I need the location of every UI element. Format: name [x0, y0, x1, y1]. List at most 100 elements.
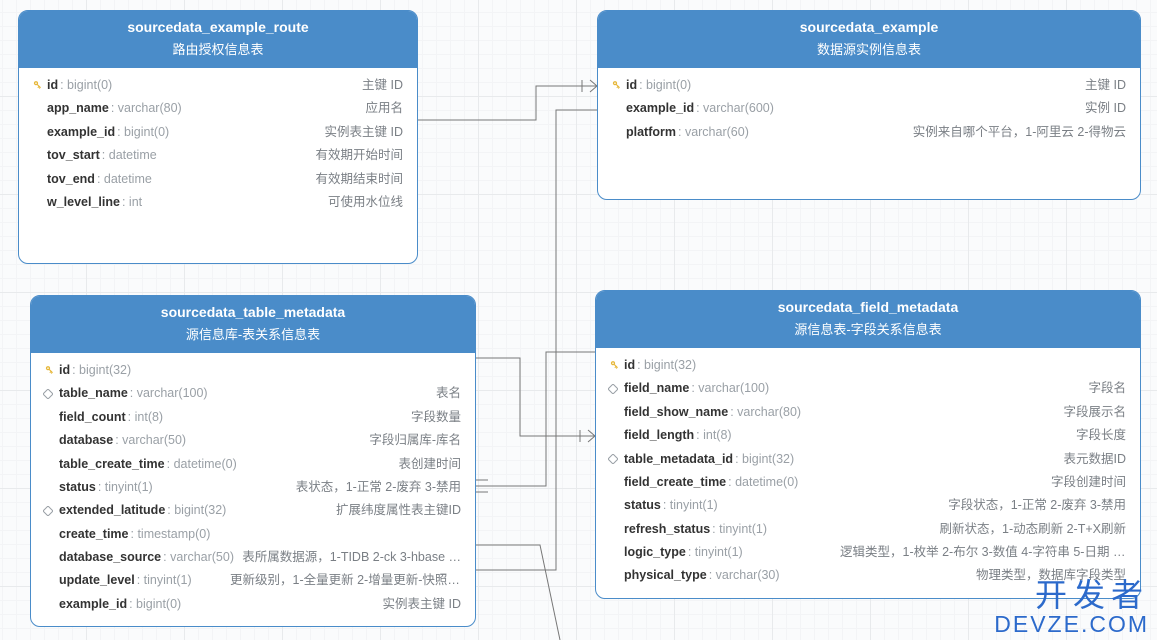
field-name: field_length	[624, 426, 694, 445]
field-row[interactable]: id: bigint(32)	[596, 354, 1140, 377]
field-row[interactable]: update_level: tinyint(1) 更新级别，1-全量更新 2-增量…	[31, 569, 475, 592]
field-desc: 实例表主键 ID	[383, 595, 461, 614]
field-desc: 字段长度	[1076, 426, 1126, 445]
field-name: platform	[626, 123, 676, 142]
entity-route[interactable]: sourcedata_example_route 路由授权信息表 id: bigin…	[18, 10, 418, 264]
entity-subtitle: 路由授权信息表	[27, 39, 409, 58]
field-row[interactable]: table_create_time: datetime(0)表创建时间	[31, 453, 475, 476]
entity-rows: id: bigint(32)field_name: varchar(100)字段…	[596, 348, 1140, 598]
field-desc: 刷新状态，1-动态刷新 2-T+X刷新	[940, 520, 1126, 539]
field-type: : tinyint(1)	[663, 496, 718, 515]
field-row[interactable]: app_name: varchar(80)应用名	[19, 97, 417, 120]
field-type: : bigint(32)	[735, 450, 794, 469]
field-row[interactable]: database_source: varchar(50)表所属数据源，1-TID…	[31, 546, 475, 569]
field-row[interactable]: physical_type: varchar(30)物理类型，数据库字段类型	[596, 564, 1140, 587]
field-type: : datetime	[97, 170, 152, 189]
field-desc: 表创建时间	[398, 455, 461, 474]
entity-rows: id: bigint(32) table_name: varchar(100) 表名…	[31, 353, 475, 626]
entity-field_meta[interactable]: sourcedata_field_metadata源信息表-字段关系信息表 id:…	[595, 290, 1141, 599]
field-desc: 实例 ID	[1085, 99, 1126, 118]
field-type: : bigint(32)	[72, 361, 131, 380]
field-row[interactable]: create_time: timestamp(0)	[31, 523, 475, 546]
field-type: : bigint(0)	[129, 595, 181, 614]
field-type: : datetime(0)	[728, 473, 798, 492]
field-name: table_metadata_id	[624, 450, 733, 469]
field-type: : int(8)	[696, 426, 731, 445]
field-name: w_level_line	[47, 193, 120, 212]
field-type: : varchar(50)	[115, 431, 186, 450]
field-desc: 表名	[436, 384, 461, 403]
field-row[interactable]: tov_start: datetime 有效期开始时间	[19, 144, 417, 167]
field-type: : varchar(80)	[111, 99, 182, 118]
field-type: : varchar(50)	[163, 548, 234, 567]
field-row[interactable]: id: bigint(32)	[31, 359, 475, 382]
field-row[interactable]: field_create_time: datetime(0)字段创建时间	[596, 471, 1140, 494]
field-row[interactable]: extended_latitude: bigint(32)扩展纬度属性表主键ID	[31, 499, 475, 522]
field-type: : int	[122, 193, 142, 212]
field-name: logic_type	[624, 543, 686, 562]
field-name: status	[59, 478, 96, 497]
field-desc: 有效期开始时间	[315, 146, 403, 165]
entity-title: sourcedata_field_metadata	[604, 299, 1132, 315]
entity-rows: id: bigint(0)主键 IDapp_name: varchar(80)应…	[19, 68, 417, 224]
field-type: : datetime	[102, 146, 157, 165]
field-row[interactable]: field_name: varchar(100)字段名	[596, 377, 1140, 400]
field-row[interactable]: example_id: bigint(0) 实例表主键 ID	[31, 593, 475, 616]
field-name: table_name	[59, 384, 128, 403]
field-row[interactable]: database: varchar(50)字段归属库-库名	[31, 429, 475, 452]
field-name: status	[624, 496, 661, 515]
field-type: : varchar(60)	[678, 123, 749, 142]
field-type: : datetime(0)	[167, 455, 237, 474]
field-name: field_name	[624, 379, 689, 398]
entity-title: sourcedata_example_route	[27, 19, 409, 35]
entity-header: sourcedata_field_metadata源信息表-字段关系信息表	[596, 291, 1140, 348]
field-type: : bigint(32)	[637, 356, 696, 375]
field-desc: 有效期结束时间	[315, 170, 403, 189]
field-name: id	[47, 76, 58, 95]
field-desc: 字段数量	[411, 408, 461, 427]
field-name: example_id	[59, 595, 127, 614]
field-row[interactable]: field_show_name: varchar(80)字段展示名	[596, 401, 1140, 424]
key-icon	[606, 360, 620, 372]
field-name: field_create_time	[624, 473, 726, 492]
field-type: : varchar(100)	[130, 384, 208, 403]
field-row[interactable]: status: tinyint(1)字段状态，1-正常 2-废弃 3-禁用	[596, 494, 1140, 517]
field-type: : timestamp(0)	[131, 525, 211, 544]
field-name: tov_start	[47, 146, 100, 165]
field-row[interactable]: field_length: int(8) 字段长度	[596, 424, 1140, 447]
entity-header: sourcedata_table_metadata源信息库-表关系信息表	[31, 296, 475, 353]
field-type: : tinyint(1)	[137, 571, 192, 590]
field-name: update_level	[59, 571, 135, 590]
field-row[interactable]: table_metadata_id: bigint(32)表元数据ID	[596, 448, 1140, 471]
field-row[interactable]: example_id: varchar(600)实例 ID	[598, 97, 1140, 120]
entity-title: sourcedata_example	[606, 19, 1132, 35]
field-row[interactable]: platform: varchar(60)实例来自哪个平台，1-阿里云 2-得物…	[598, 121, 1140, 144]
field-row[interactable]: field_count: int(8)字段数量	[31, 406, 475, 429]
entity-header: sourcedata_example数据源实例信息表	[598, 11, 1140, 68]
field-type: : tinyint(1)	[712, 520, 767, 539]
entity-example[interactable]: sourcedata_example数据源实例信息表 id: bigint(0)主…	[597, 10, 1141, 200]
field-type: : varchar(30)	[709, 566, 780, 585]
field-name: id	[626, 76, 637, 95]
field-name: app_name	[47, 99, 109, 118]
entity-table_meta[interactable]: sourcedata_table_metadata源信息库-表关系信息表id: …	[30, 295, 476, 627]
field-row[interactable]: status: tinyint(1)表状态，1-正常 2-废弃 3-禁用	[31, 476, 475, 499]
field-desc: 更新级别，1-全量更新 2-增量更新-快照形式 3…	[230, 571, 461, 590]
field-desc: 主键 ID	[1085, 76, 1126, 95]
field-desc: 字段归属库-库名	[369, 431, 461, 450]
field-row[interactable]: refresh_status: tinyint(1)刷新状态，1-动态刷新 2-…	[596, 518, 1140, 541]
field-name: physical_type	[624, 566, 707, 585]
field-desc: 扩展纬度属性表主键ID	[336, 501, 461, 520]
field-row[interactable]: logic_type: tinyint(1)逻辑类型，1-枚举 2-布尔 3-数…	[596, 541, 1140, 564]
field-desc: 表状态，1-正常 2-废弃 3-禁用	[296, 478, 461, 497]
field-desc: 主键 ID	[362, 76, 403, 95]
field-name: id	[59, 361, 70, 380]
field-type: : varchar(100)	[691, 379, 769, 398]
field-row[interactable]: id: bigint(0)主键 ID	[598, 74, 1140, 97]
field-row[interactable]: table_name: varchar(100) 表名	[31, 382, 475, 405]
entity-header: sourcedata_example_route 路由授权信息表	[19, 11, 417, 68]
field-row[interactable]: example_id: bigint(0)实例表主键 ID	[19, 121, 417, 144]
field-row[interactable]: id: bigint(0)主键 ID	[19, 74, 417, 97]
field-row[interactable]: w_level_line: int可使用水位线	[19, 191, 417, 214]
field-row[interactable]: tov_end: datetime有效期结束时间	[19, 168, 417, 191]
